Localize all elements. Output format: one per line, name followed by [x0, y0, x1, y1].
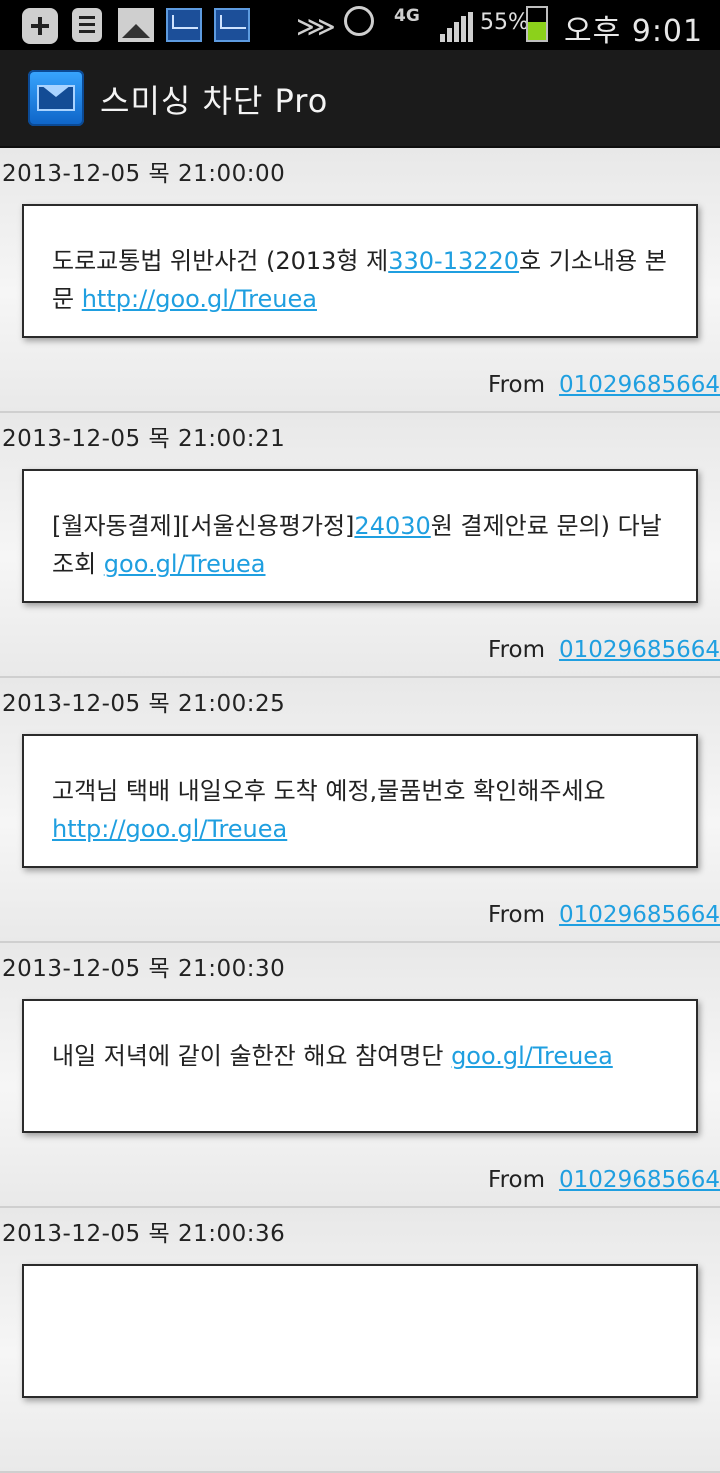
message-card[interactable]: [월자동결제][서울신용평가정]24030원 결제안료 문의) 다날 조회 go… — [22, 469, 698, 603]
message-text: [월자동결제][서울신용평가정]24030원 결제안료 문의) 다날 조회 go… — [52, 507, 676, 583]
message-date: 2013-12-05 목 21:00:00 — [2, 161, 286, 187]
message-sender — [706, 1432, 720, 1458]
message-link[interactable]: 330-13220 — [388, 247, 519, 275]
message-sender: From 01029685664 — [488, 372, 720, 398]
add-icon — [22, 8, 58, 44]
sender-number-link[interactable]: 01029685664 — [559, 1167, 720, 1193]
sender-number-link[interactable]: 01029685664 — [559, 637, 720, 663]
message-date: 2013-12-05 목 21:00:30 — [2, 956, 286, 982]
message-text: 고객님 택배 내일오후 도착 예정,물품번호 확인해주세요 http://goo… — [52, 772, 676, 848]
message-sender: From 01029685664 — [488, 637, 720, 663]
sender-number-link[interactable]: 01029685664 — [559, 372, 720, 398]
from-label: From — [488, 902, 546, 928]
message-card[interactable]: 내일 저녁에 같이 술한잔 해요 참여명단 goo.gl/Treuea — [22, 999, 698, 1133]
message-link[interactable]: http://goo.gl/Treuea — [52, 815, 287, 843]
list-item[interactable]: 2013-12-05 목 21:00:00 도로교통법 위반사건 (2013형 … — [0, 148, 720, 413]
signal-icon — [440, 12, 474, 42]
message-card[interactable]: 고객님 택배 내일오후 도착 예정,물품번호 확인해주세요 http://goo… — [22, 734, 698, 868]
message-text: 내일 저녁에 같이 술한잔 해요 참여명단 goo.gl/Treuea — [52, 1037, 676, 1075]
status-bar: ⋙ 4G 55% 오후 9:01 — [0, 0, 720, 50]
mail-icon — [166, 8, 202, 42]
alarm-icon — [344, 6, 374, 36]
message-link[interactable]: goo.gl/Treuea — [451, 1042, 613, 1070]
message-link[interactable]: 24030 — [354, 512, 430, 540]
image-icon — [118, 8, 154, 42]
app-title: 스미싱 차단 Pro — [100, 82, 329, 120]
mute-icon: ⋙ — [296, 10, 336, 43]
from-label: From — [488, 372, 546, 398]
action-bar: 스미싱 차단 Pro — [0, 50, 720, 148]
network-type: 4G — [394, 6, 420, 26]
message-date: 2013-12-05 목 21:00:36 — [2, 1221, 286, 1247]
list-icon — [72, 8, 102, 42]
message-date: 2013-12-05 목 21:00:21 — [2, 426, 286, 452]
message-text-part: 도로교통법 위반사건 (2013형 제 — [52, 247, 389, 275]
sender-number-link[interactable]: 01029685664 — [559, 902, 720, 928]
message-date: 2013-12-05 목 21:00:25 — [2, 691, 286, 717]
clock: 오후 9:01 — [564, 14, 704, 49]
message-card[interactable] — [22, 1264, 698, 1398]
mail-icon — [214, 8, 250, 42]
envelope-icon[interactable] — [28, 70, 84, 126]
list-item[interactable]: 2013-12-05 목 21:00:21 [월자동결제][서울신용평가정]24… — [0, 413, 720, 678]
message-sender: From 01029685664 — [488, 902, 720, 928]
message-sender: From 01029685664 — [488, 1167, 720, 1193]
list-item[interactable]: 2013-12-05 목 21:00:36 — [0, 1208, 720, 1473]
message-card[interactable]: 도로교통법 위반사건 (2013형 제330-13220호 기소내용 본문 ht… — [22, 204, 698, 338]
message-text-part: 내일 저녁에 같이 술한잔 해요 참여명단 — [52, 1042, 452, 1070]
battery-level — [528, 22, 546, 40]
list-item[interactable]: 2013-12-05 목 21:00:30 내일 저녁에 같이 술한잔 해요 참… — [0, 943, 720, 1208]
battery-icon — [526, 6, 548, 42]
message-link[interactable]: http://goo.gl/Treuea — [82, 285, 317, 313]
from-label: From — [488, 637, 546, 663]
message-text: 도로교통법 위반사건 (2013형 제330-13220호 기소내용 본문 ht… — [52, 242, 676, 318]
message-text-part: 고객님 택배 내일오후 도착 예정,물품번호 확인해주세요 — [52, 777, 606, 805]
from-label: From — [488, 1167, 546, 1193]
list-item[interactable]: 2013-12-05 목 21:00:25 고객님 택배 내일오후 도착 예정,… — [0, 678, 720, 943]
message-list[interactable]: 2013-12-05 목 21:00:00 도로교통법 위반사건 (2013형 … — [0, 148, 720, 1473]
message-link[interactable]: goo.gl/Treuea — [104, 550, 266, 578]
battery-percent: 55% — [480, 10, 529, 35]
message-text-part: [월자동결제][서울신용평가정] — [52, 512, 355, 540]
